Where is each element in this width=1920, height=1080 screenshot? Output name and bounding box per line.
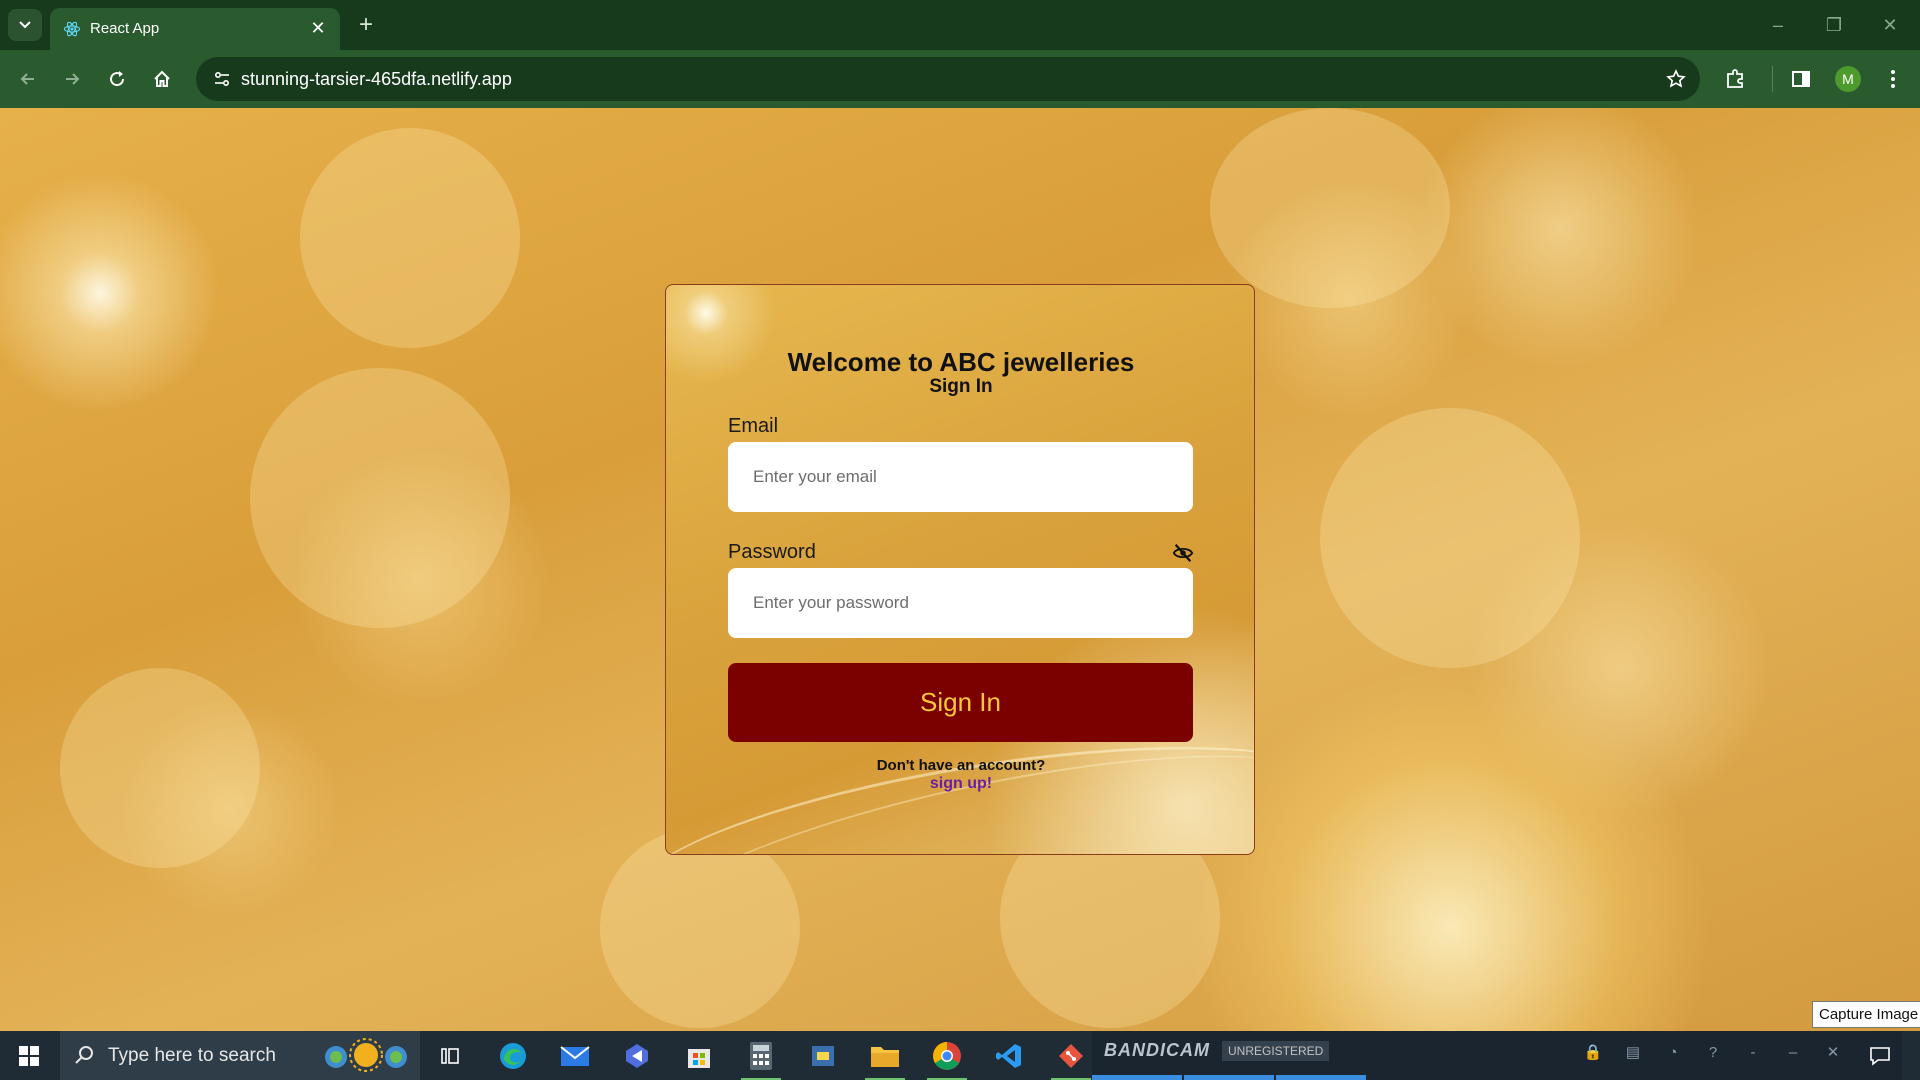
copilot-icon — [626, 1044, 648, 1068]
taskbar-python[interactable] — [806, 1039, 840, 1073]
kebab-menu-icon — [1891, 70, 1895, 88]
taskbar-search-box[interactable]: Type here to search — [60, 1031, 420, 1080]
star-icon — [1666, 69, 1686, 88]
calculator-icon — [750, 1042, 772, 1070]
taskbar-chrome[interactable] — [927, 1039, 967, 1080]
vscode-icon — [996, 1044, 1021, 1068]
home-icon — [154, 70, 170, 87]
react-logo-icon — [63, 21, 81, 37]
back-button[interactable] — [13, 64, 43, 94]
taskbar-git-app[interactable] — [1051, 1039, 1091, 1080]
task-view-icon — [441, 1048, 459, 1064]
email-field[interactable] — [728, 442, 1193, 512]
bokeh-light — [250, 368, 510, 628]
taskbar-edge[interactable] — [496, 1039, 530, 1073]
browser-toolbar: stunning-tarsier-465dfa.netlify.app M — [0, 50, 1920, 108]
bookmark-star-icon[interactable] — [1664, 67, 1688, 91]
chrome-icon — [933, 1042, 961, 1070]
email-label: Email — [728, 415, 779, 437]
taskbar-calculator[interactable] — [741, 1039, 781, 1080]
tune-icon — [214, 71, 230, 87]
bokeh-light — [600, 828, 800, 1028]
taskbar-mail[interactable] — [558, 1039, 592, 1073]
capture-image-tooltip: Capture Image — [1812, 1001, 1920, 1028]
taskbar-file-explorer[interactable] — [865, 1039, 905, 1080]
profile-avatar[interactable]: M — [1835, 66, 1861, 92]
start-button[interactable] — [0, 1031, 58, 1080]
help-icon[interactable]: ? — [1700, 1039, 1726, 1065]
sign-in-button[interactable]: Sign In — [728, 663, 1193, 742]
puzzle-icon — [1727, 69, 1743, 88]
taskbar-store[interactable] — [682, 1039, 716, 1073]
bandicam-mode-tab[interactable] — [1092, 1075, 1182, 1080]
lock-icon[interactable]: 🔒 — [1580, 1039, 1606, 1065]
task-view-button[interactable] — [433, 1039, 467, 1073]
folder-icon[interactable]: ▤ — [1620, 1039, 1646, 1065]
extensions-button[interactable] — [1720, 64, 1750, 94]
tab-title: React App — [90, 20, 160, 37]
store-icon — [688, 1049, 710, 1068]
no-account-text: Don't have an account? — [876, 757, 1046, 774]
weather-widget-icon[interactable] — [322, 1035, 408, 1075]
close-window-button[interactable]: ✕ — [1870, 10, 1910, 40]
close-icon[interactable]: ✕ — [1820, 1039, 1846, 1065]
sign-up-link[interactable]: sign up! — [666, 775, 1254, 793]
login-card: Welcome to ABC jewelleries Sign In Email… — [665, 284, 1255, 855]
tab-search-button[interactable] — [8, 9, 42, 41]
bandicam-mode-tab[interactable] — [1276, 1075, 1366, 1080]
arrow-right-icon — [66, 73, 80, 85]
side-panel-icon — [1792, 71, 1810, 87]
side-panel-button[interactable] — [1786, 64, 1816, 94]
password-field[interactable] — [728, 568, 1193, 638]
windows-logo-icon — [19, 1045, 39, 1066]
bandicam-toolbar: BANDICAM UNREGISTERED 🔒 ▤ ◔ ? - – ✕ — [1092, 1031, 1902, 1080]
page-title: Welcome to ABC jewelleries — [787, 347, 1135, 377]
notification-icon — [1870, 1047, 1890, 1066]
search-placeholder: Type here to search — [108, 1045, 276, 1066]
python-icon — [812, 1046, 834, 1066]
collapse-icon[interactable]: - — [1740, 1039, 1766, 1065]
close-tab-icon[interactable]: ✕ — [306, 16, 330, 40]
bandicam-status-badge: UNREGISTERED — [1222, 1041, 1330, 1061]
bandicam-mode-tab[interactable] — [1184, 1075, 1274, 1080]
sign-in-subtitle: Sign In — [929, 376, 993, 397]
mail-icon — [560, 1046, 590, 1066]
minimize-icon[interactable]: – — [1780, 1039, 1806, 1065]
browser-tab-bar: React App ✕ + – ❐ ✕ — [0, 0, 1920, 50]
bandicam-logo: BANDICAM — [1104, 1040, 1210, 1060]
new-tab-button[interactable]: + — [352, 11, 380, 39]
folder-icon — [871, 1047, 899, 1067]
toggle-password-visibility-icon[interactable] — [1172, 542, 1194, 564]
notification-center-button[interactable] — [1860, 1039, 1900, 1073]
arrow-left-icon — [20, 73, 34, 85]
site-info-icon[interactable] — [210, 67, 234, 91]
browser-tab-active[interactable]: React App ✕ — [50, 8, 340, 50]
git-icon — [1059, 1044, 1083, 1068]
reload-icon — [110, 71, 125, 87]
windows-taskbar: Type here to search BANDICAM UNREGISTERE… — [0, 1031, 1920, 1080]
chevron-down-icon — [19, 21, 31, 29]
browser-menu-button[interactable] — [1878, 64, 1908, 94]
password-label: Password — [728, 541, 816, 563]
taskbar-copilot[interactable] — [620, 1039, 654, 1073]
bokeh-light — [60, 668, 260, 868]
bokeh-light — [1210, 108, 1450, 308]
address-bar[interactable]: stunning-tarsier-465dfa.netlify.app — [196, 57, 1700, 101]
minimize-window-button[interactable]: – — [1758, 10, 1798, 40]
edge-icon — [500, 1043, 526, 1069]
timer-icon[interactable]: ◔ — [1660, 1039, 1686, 1065]
bokeh-light — [300, 128, 520, 348]
page-background: Welcome to ABC jewelleries Sign In Email… — [0, 108, 1920, 1031]
taskbar-vscode[interactable] — [992, 1039, 1026, 1073]
home-button[interactable] — [147, 64, 177, 94]
url-text: stunning-tarsier-465dfa.netlify.app — [241, 69, 512, 89]
reload-button[interactable] — [102, 64, 132, 94]
search-icon — [75, 1046, 93, 1064]
restore-window-button[interactable]: ❐ — [1814, 10, 1854, 40]
forward-button[interactable] — [57, 64, 87, 94]
bokeh-light — [1320, 408, 1580, 668]
toolbar-separator — [1772, 66, 1773, 92]
